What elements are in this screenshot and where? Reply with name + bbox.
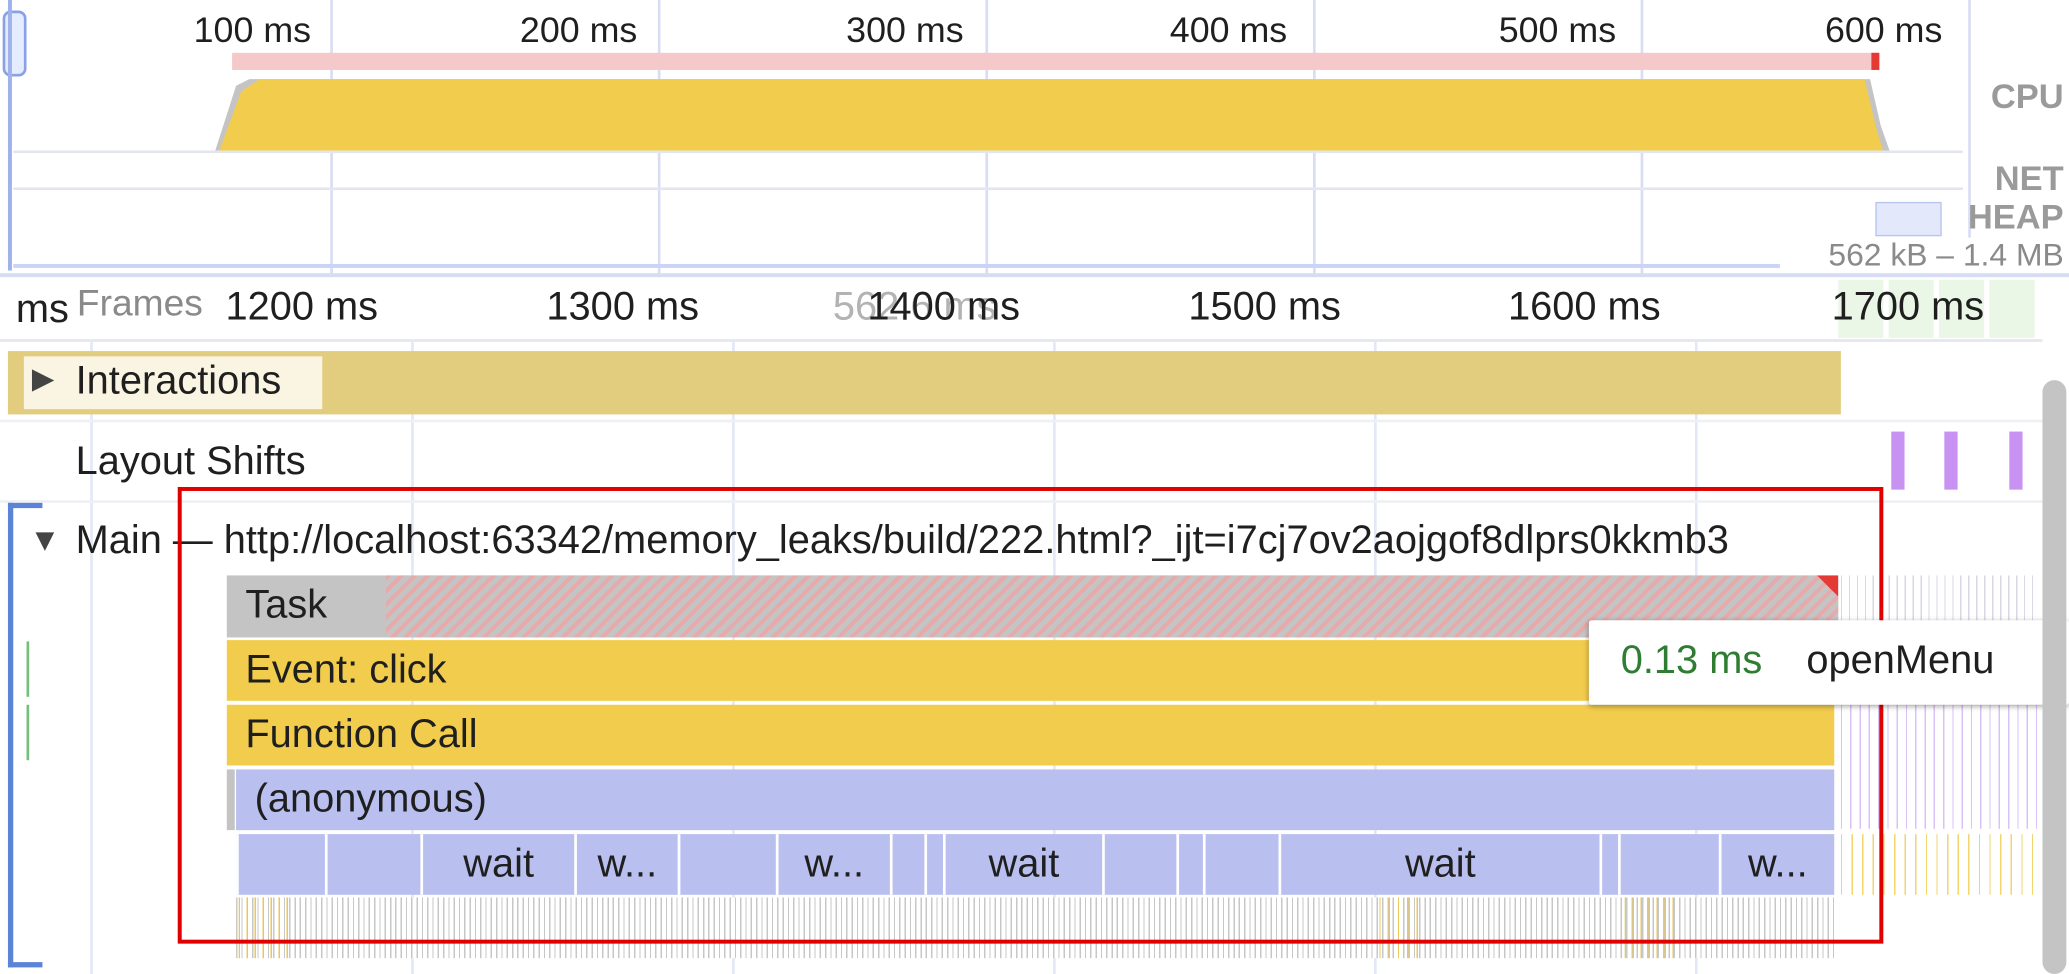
- timeline-tick: 1200 ms: [225, 285, 379, 329]
- expand-icon[interactable]: ▶: [32, 362, 54, 396]
- overview-bottom-border: [0, 273, 2069, 278]
- overview-tick: 100 ms: [193, 10, 312, 51]
- long-task-marker: [1871, 52, 1880, 70]
- layout-shift-marker[interactable]: [1944, 431, 1958, 490]
- layout-shift-marker[interactable]: [2009, 431, 2023, 490]
- heap-legend-swatch: [1875, 201, 1942, 237]
- frames-label: Frames: [76, 282, 203, 324]
- net-label: NET: [1994, 158, 2064, 198]
- vertical-scrollbar[interactable]: [2042, 380, 2067, 974]
- heap-range: 562 kB – 1.4 MB: [1779, 237, 2064, 275]
- cpu-label: CPU: [1990, 76, 2064, 117]
- overview-tick: 400 ms: [1169, 10, 1288, 51]
- timeline-tick: 1700 ms: [1831, 285, 1985, 329]
- main-track-bracket: [7, 502, 43, 968]
- heap-label: HEAP: [1967, 196, 2064, 237]
- heap-track-line: [13, 263, 1963, 268]
- tooltip: 0.13 ms openMenu: [1588, 620, 2069, 705]
- interactions-label: Interactions: [75, 358, 282, 403]
- tooltip-function-name: openMenu: [1806, 638, 1995, 683]
- overview-tick: 500 ms: [1498, 10, 1617, 51]
- performance-panel: 100 ms 200 ms 300 ms 400 ms 500 ms 600 m…: [0, 0, 2069, 974]
- timeline-tick: 1400 ms: [867, 285, 1021, 329]
- timeline-tick: 1500 ms: [1188, 285, 1341, 329]
- tooltip-duration: 0.13 ms: [1620, 638, 1763, 683]
- collapse-icon[interactable]: ▼: [29, 523, 61, 560]
- left-activity: [26, 704, 30, 761]
- overview-tick: 600 ms: [1824, 10, 1943, 51]
- ruler-left-fragment: ms: [15, 287, 69, 332]
- cpu-chart: [13, 79, 1963, 154]
- layout-shifts-label: Layout Shifts: [75, 439, 306, 484]
- overview-selection-handle[interactable]: [2, 10, 27, 77]
- net-track-divider: [13, 187, 1963, 191]
- left-activity: [26, 641, 30, 697]
- long-task-strip: [232, 52, 1880, 70]
- overview-tick: 200 ms: [519, 10, 638, 51]
- timeline-tick: 1300 ms: [546, 285, 700, 329]
- overview-tick: 300 ms: [846, 10, 964, 51]
- timeline-tick: 1600 ms: [1507, 285, 1661, 329]
- highlight-box: [177, 487, 1884, 944]
- layout-shift-marker[interactable]: [1891, 431, 1905, 490]
